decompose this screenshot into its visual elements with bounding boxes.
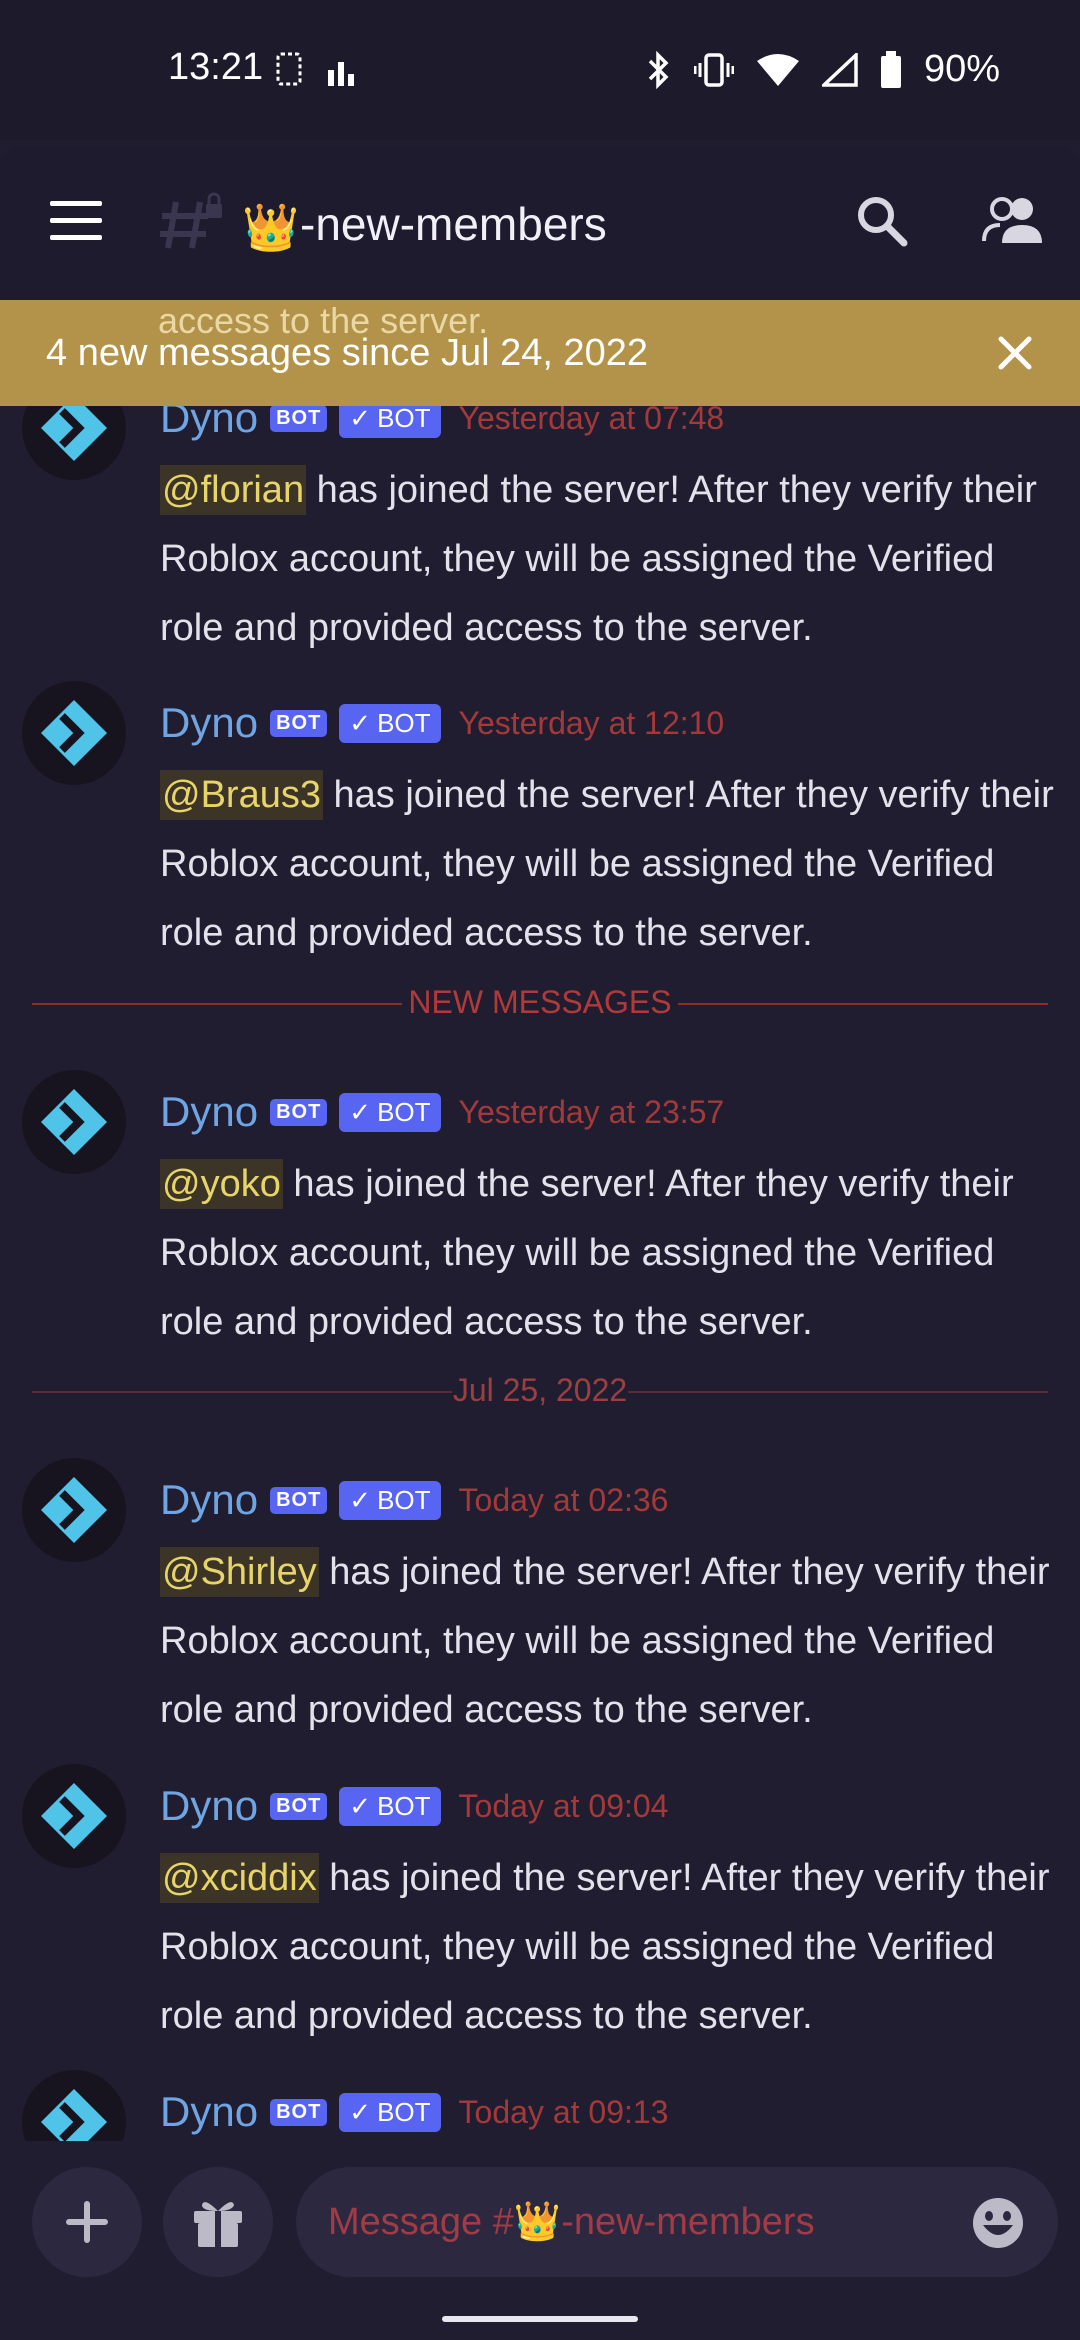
wifi-icon <box>756 53 799 86</box>
message-input[interactable]: Message #👑-new-members <box>296 2167 1058 2277</box>
date-divider-label: Jul 25, 2022 <box>452 1372 628 1408</box>
message-timestamp: Today at 09:04 <box>458 1787 669 1824</box>
bot-tag: BOT <box>270 1792 328 1820</box>
dyno-logo-icon[interactable] <box>22 1458 126 1562</box>
gift-button[interactable] <box>163 2167 273 2277</box>
message-body: @xciddix has joined the server! After th… <box>160 1844 1060 2051</box>
bot-tag: BOT <box>270 709 328 737</box>
check-icon: ✓ <box>349 1790 372 1821</box>
plus-icon <box>66 2201 108 2243</box>
close-icon[interactable] <box>998 336 1032 370</box>
search-icon[interactable] <box>856 195 908 247</box>
signal-bars-icon <box>328 62 354 86</box>
author-name[interactable]: Dyno <box>160 406 258 442</box>
bluetooth-icon <box>648 50 669 89</box>
check-icon: ✓ <box>349 1484 372 1515</box>
author-name[interactable]: Dyno <box>160 699 258 747</box>
emoji-icon[interactable] <box>972 2197 1024 2249</box>
check-icon: ✓ <box>349 1096 372 1127</box>
home-indicator[interactable] <box>442 2316 638 2322</box>
verified-bot-tag: ✓ BOT <box>339 1480 441 1520</box>
user-mention[interactable]: @florian <box>160 465 307 515</box>
user-mention[interactable]: @xciddix <box>160 1853 319 1903</box>
cell-signal-icon <box>821 52 858 87</box>
dyno-logo-icon[interactable] <box>22 406 126 480</box>
hash-lock-icon <box>160 192 222 249</box>
message-timestamp: Yesterday at 23:57 <box>458 1093 725 1130</box>
bot-tag: BOT <box>270 2098 328 2126</box>
author-name[interactable]: Dyno <box>160 1476 258 1524</box>
dyno-logo-icon[interactable] <box>22 681 126 785</box>
message-body: @florian has joined the server! After th… <box>160 456 1060 663</box>
dyno-logo-icon[interactable] <box>22 2070 126 2141</box>
dyno-logo-icon[interactable] <box>22 1764 126 1868</box>
new-messages-divider: NEW MESSAGES <box>32 984 1048 1024</box>
battery-percentage: 90% <box>923 48 1000 90</box>
verified-bot-tag: ✓ BOT <box>339 2092 441 2132</box>
message-body: @Shirley has joined the server! After th… <box>160 1538 1060 1745</box>
author-name[interactable]: Dyno <box>160 1782 258 1830</box>
new-messages-text[interactable]: 4 new messages since Jul 24, 2022 <box>46 332 648 375</box>
message-timestamp: Today at 09:13 <box>458 2093 669 2130</box>
bot-tag: BOT <box>270 406 328 432</box>
channel-name[interactable]: -new-members <box>300 197 607 251</box>
message-composer: Message #👑-new-members <box>0 2141 1080 2340</box>
message-timestamp: Yesterday at 12:10 <box>458 704 725 741</box>
user-mention[interactable]: @Shirley <box>160 1547 319 1597</box>
verified-bot-tag: ✓ BOT <box>339 406 441 438</box>
hamburger-icon[interactable] <box>50 201 102 241</box>
battery-icon <box>880 50 901 88</box>
vibrate-icon <box>693 52 734 87</box>
members-icon[interactable] <box>982 195 1044 245</box>
new-messages-banner[interactable]: access to the server. 4 new messages sin… <box>0 300 1080 406</box>
screenshot-icon <box>276 52 302 86</box>
check-icon: ✓ <box>349 2096 372 2127</box>
message-body: @yoko has joined the server! After they … <box>160 1150 1060 1357</box>
verified-bot-tag: ✓ BOT <box>339 1092 441 1132</box>
verified-bot-tag: ✓ BOT <box>339 1786 441 1826</box>
check-icon: ✓ <box>349 707 372 738</box>
check-icon: ✓ <box>349 406 372 433</box>
message-timestamp: Yesterday at 07:48 <box>458 406 725 436</box>
message-list[interactable]: Dyno BOT ✓ BOT Yesterday at 07:48 @floria… <box>0 406 1080 2141</box>
new-messages-label: NEW MESSAGES <box>408 984 672 1020</box>
bot-tag: BOT <box>270 1486 328 1514</box>
message-body: @Braus3 has joined the server! After the… <box>160 761 1060 968</box>
add-attachment-button[interactable] <box>32 2167 142 2277</box>
bot-tag: BOT <box>270 1098 328 1126</box>
author-name[interactable]: Dyno <box>160 1088 258 1136</box>
message-input-placeholder: Message #👑-new-members <box>328 2201 815 2243</box>
status-time: 13:21 <box>168 46 264 88</box>
status-bar: 13:21 90% <box>0 0 1080 140</box>
channel-emoji: 👑 <box>242 201 300 253</box>
channel-header: 👑 -new-members <box>0 145 1080 300</box>
dyno-logo-icon[interactable] <box>22 1070 126 1174</box>
user-mention[interactable]: @yoko <box>160 1159 283 1209</box>
date-divider: Jul 25, 2022 <box>32 1372 1048 1412</box>
message-timestamp: Today at 02:36 <box>458 1481 669 1518</box>
author-name[interactable]: Dyno <box>160 2088 258 2136</box>
verified-bot-tag: ✓ BOT <box>339 703 441 743</box>
user-mention[interactable]: @Braus3 <box>160 770 323 820</box>
gift-icon <box>194 2202 242 2247</box>
